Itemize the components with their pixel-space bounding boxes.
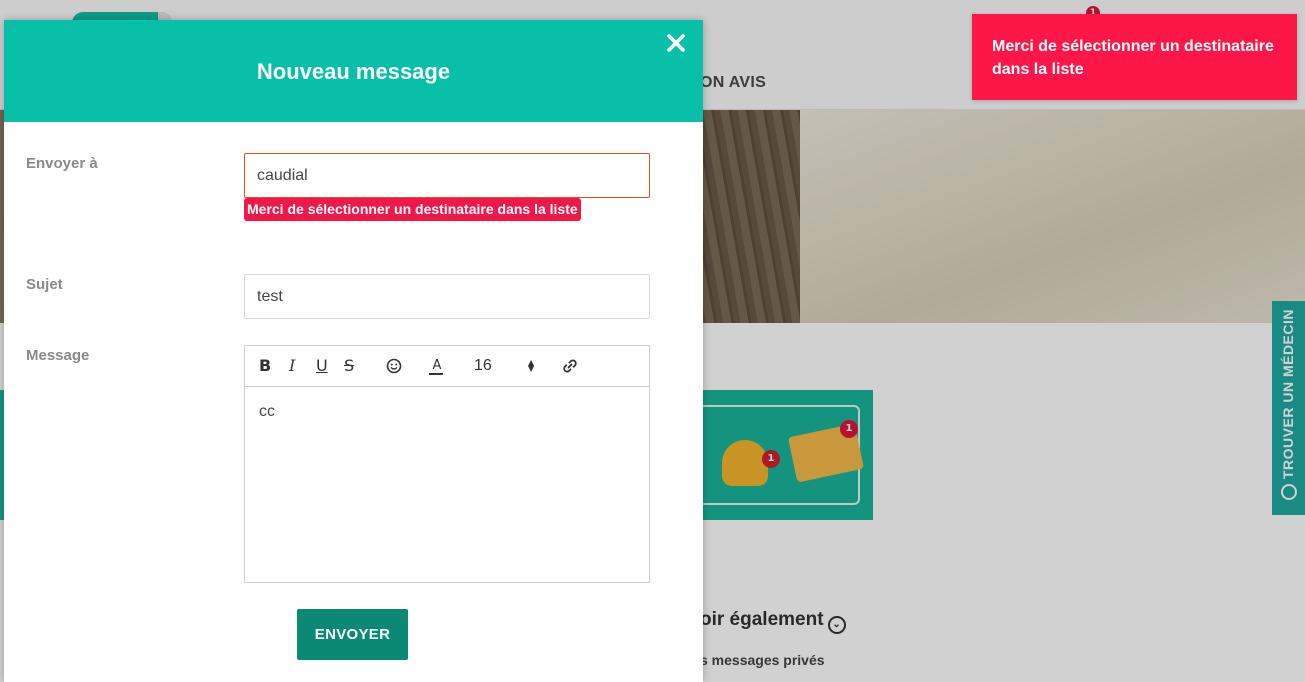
subject-input[interactable] — [244, 274, 650, 319]
font-size-select[interactable]: 16 — [474, 356, 534, 376]
modal-header: Nouveau message — [4, 20, 703, 122]
error-toast[interactable]: Merci de sélectionner un destinataire da… — [972, 14, 1297, 100]
italic-button[interactable]: I — [289, 356, 295, 376]
font-color-button[interactable]: A — [429, 356, 445, 376]
recipient-label: Envoyer à — [26, 155, 98, 172]
underline-button[interactable]: U — [316, 356, 328, 376]
message-body[interactable]: cc — [245, 387, 649, 437]
message-editor: B I U S A 16 ▲ ▼ cc — [244, 345, 650, 583]
select-arrows-icon: ▲ ▼ — [528, 358, 535, 373]
link-icon[interactable] — [561, 356, 579, 376]
subject-label: Sujet — [26, 276, 63, 293]
emoji-icon[interactable] — [385, 356, 403, 376]
strikethrough-button[interactable]: S — [344, 356, 354, 376]
close-icon[interactable] — [665, 32, 687, 54]
recipient-input[interactable] — [244, 153, 650, 198]
editor-toolbar: B I U S A 16 ▲ ▼ — [245, 346, 649, 387]
send-button[interactable]: ENVOYER — [297, 609, 408, 660]
new-message-modal: Nouveau message Envoyer à Merci de sélec… — [4, 20, 703, 682]
toast-message: Merci de sélectionner un destinataire da… — [992, 38, 1274, 78]
bold-button[interactable]: B — [259, 356, 271, 376]
modal-title: Nouveau message — [256, 59, 451, 84]
recipient-error-message: Merci de sélectionner un destinataire da… — [244, 198, 581, 221]
message-label: Message — [26, 347, 90, 364]
